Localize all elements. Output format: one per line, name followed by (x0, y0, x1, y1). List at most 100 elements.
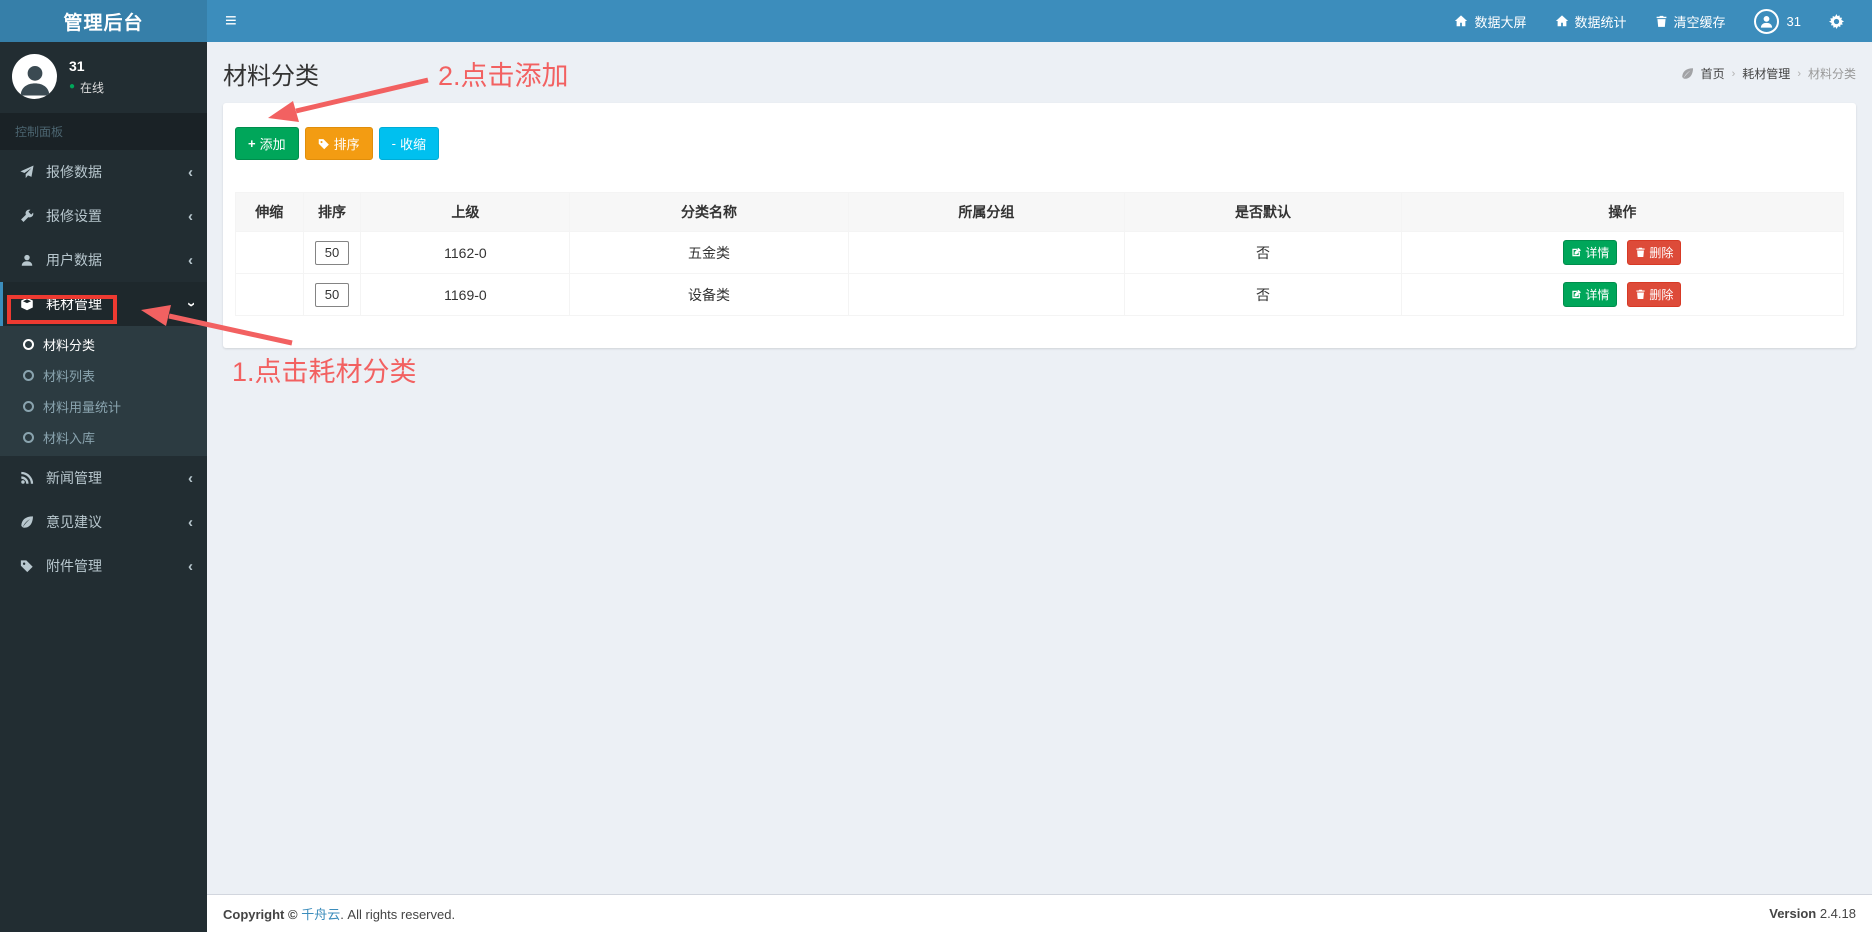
breadcrumb: 首页 › 耗材管理 › 材料分类 (1681, 65, 1856, 82)
nav-link-data-stats[interactable]: 数据统计 (1541, 0, 1641, 42)
table-header-row: 伸缩 排序 上级 分类名称 所属分组 是否默认 操作 (235, 192, 1845, 232)
sidebar: 31 ● 在线 控制面板 报修数据 ‹ 报修设置 ‹ 用户数据 ‹ 耗材管理 ‹… (0, 42, 207, 932)
sidebar-item-news[interactable]: 新闻管理 ‹ (0, 456, 207, 500)
sidebar-user-panel: 31 ● 在线 (0, 42, 207, 113)
cell-parent: 1169-0 (360, 273, 571, 316)
detail-button[interactable]: 详情 (1563, 240, 1618, 265)
sidebar-subitem-material-usage-stats[interactable]: 材料用量统计 (0, 391, 207, 422)
edit-icon (1572, 247, 1582, 257)
paper-plane-icon (20, 165, 34, 179)
trash-icon (1656, 15, 1666, 27)
add-button[interactable]: + 添加 (235, 127, 299, 160)
detail-button-label: 详情 (1585, 288, 1610, 302)
table-row: 1169-0 设备类 否 详情 删除 (235, 273, 1845, 316)
annotation-step2: 2.点击添加 (438, 61, 569, 91)
user-icon (1760, 15, 1772, 28)
leaf-icon (1681, 68, 1693, 79)
sidebar-toggle-icon[interactable]: ≡ (207, 0, 255, 42)
trash-icon (1636, 247, 1645, 258)
cell-is-default: 否 (1124, 231, 1402, 274)
delete-button-label: 删除 (1649, 288, 1674, 302)
breadcrumb-home[interactable]: 首页 (1701, 65, 1725, 82)
settings-button[interactable] (1815, 0, 1858, 42)
add-button-label: 添加 (259, 137, 286, 152)
page-footer: Copyright © 千舟云. All rights reserved. Ve… (207, 894, 1872, 932)
sort-order-input[interactable] (314, 282, 349, 307)
company-link[interactable]: 千舟云 (301, 907, 340, 922)
cell-group (847, 231, 1126, 274)
sidebar-item-repair-settings[interactable]: 报修设置 ‹ (0, 194, 207, 238)
chevron-left-icon: ‹ (188, 251, 193, 269)
table-row: 1162-0 五金类 否 详情 删除 (235, 231, 1845, 274)
nav-link-label: 数据大屏 (1474, 14, 1527, 30)
user-icon (20, 65, 49, 95)
plus-icon: + (248, 136, 256, 151)
delete-button[interactable]: 删除 (1627, 240, 1682, 265)
navbar-user-menu[interactable]: 31 (1740, 8, 1815, 34)
home-icon (1555, 15, 1568, 27)
column-header-sort: 排序 (302, 192, 362, 232)
category-table: 伸缩 排序 上级 分类名称 所属分组 是否默认 操作 1162-0 五金类 否 (235, 192, 1845, 316)
cube-icon (21, 297, 33, 311)
breadcrumb-separator: › (1797, 67, 1801, 80)
sort-button-label: 排序 (333, 137, 360, 152)
detail-button[interactable]: 详情 (1563, 282, 1618, 307)
sidebar-subitem-material-list[interactable]: 材料列表 (0, 360, 207, 391)
app-brand: 管理后台 (0, 0, 207, 42)
sidebar-subitem-material-category[interactable]: 材料分类 (0, 329, 207, 360)
collapse-button-label: 收缩 (399, 137, 426, 152)
sort-order-input[interactable] (314, 240, 349, 265)
chevron-left-icon: ‹ (188, 163, 193, 181)
breadcrumb-section[interactable]: 耗材管理 (1742, 65, 1790, 82)
nav-link-clear-cache[interactable]: 清空缓存 (1641, 0, 1740, 42)
sidebar-user-meta: 31 ● 在线 (69, 58, 104, 96)
nav-link-data-screen[interactable]: 数据大屏 (1440, 0, 1540, 42)
sidebar-item-attachments[interactable]: 附件管理 ‹ (0, 544, 207, 588)
version-number: 2.4.18 (1819, 906, 1856, 921)
sidebar-username: 31 (69, 57, 85, 74)
avatar (1753, 8, 1779, 34)
toolbar: + 添加 排序 - 收缩 (235, 127, 1844, 160)
detail-button-label: 详情 (1585, 246, 1610, 260)
sidebar-item-user-data[interactable]: 用户数据 ‹ (0, 238, 207, 282)
sidebar-item-label: 耗材管理 (46, 296, 102, 312)
copyright-suffix: . All rights reserved. (340, 907, 456, 922)
collapse-button[interactable]: - 收缩 (378, 127, 439, 160)
leaf-icon (21, 516, 33, 528)
sidebar-item-label: 用户数据 (46, 252, 102, 268)
user-status-label: 在线 (80, 80, 105, 95)
delete-button[interactable]: 删除 (1627, 282, 1682, 307)
tag-icon (318, 138, 329, 149)
sidebar-item-feedback[interactable]: 意见建议 ‹ (0, 500, 207, 544)
cell-sort (302, 231, 362, 274)
chevron-down-icon: ‹ (182, 301, 199, 307)
delete-button-label: 删除 (1649, 246, 1674, 260)
nav-link-label: 数据统计 (1574, 14, 1627, 30)
submenu-label: 材料入库 (43, 431, 96, 446)
column-header-name: 分类名称 (569, 192, 849, 232)
chevron-left-icon: ‹ (188, 469, 193, 487)
column-header-actions: 操作 (1400, 192, 1845, 232)
navbar-right: 数据大屏 数据统计 清空缓存 31 (1440, 0, 1872, 42)
version-info: Version 2.4.18 (1769, 906, 1856, 921)
avatar (12, 54, 57, 99)
column-header-parent: 上级 (360, 192, 571, 232)
sort-button[interactable]: 排序 (304, 127, 373, 160)
page-title: 材料分类 (223, 63, 319, 90)
sidebar-item-label: 报修数据 (46, 164, 102, 180)
submenu-label: 材料列表 (43, 369, 96, 384)
circle-icon (23, 432, 34, 443)
sidebar-menu: 报修数据 ‹ 报修设置 ‹ 用户数据 ‹ 耗材管理 ‹ 材料分类 材料列表 材料… (0, 150, 207, 588)
sidebar-item-repair-data[interactable]: 报修数据 ‹ (0, 150, 207, 194)
top-navbar: 管理后台 ≡ 数据大屏 数据统计 清空缓存 31 (0, 0, 1872, 42)
column-header-default: 是否默认 (1124, 192, 1402, 232)
sidebar-item-label: 报修设置 (46, 208, 102, 224)
tag-icon (20, 560, 33, 573)
online-dot-icon: ● (69, 81, 76, 92)
sidebar-subitem-material-inbound[interactable]: 材料入库 (0, 422, 207, 453)
column-header-group: 所属分组 (847, 192, 1126, 232)
sidebar-item-consumables[interactable]: 耗材管理 ‹ 材料分类 材料列表 材料用量统计 材料入库 (0, 282, 207, 456)
cell-group (847, 273, 1126, 316)
cell-is-default: 否 (1124, 273, 1402, 316)
edit-icon (1572, 289, 1582, 299)
